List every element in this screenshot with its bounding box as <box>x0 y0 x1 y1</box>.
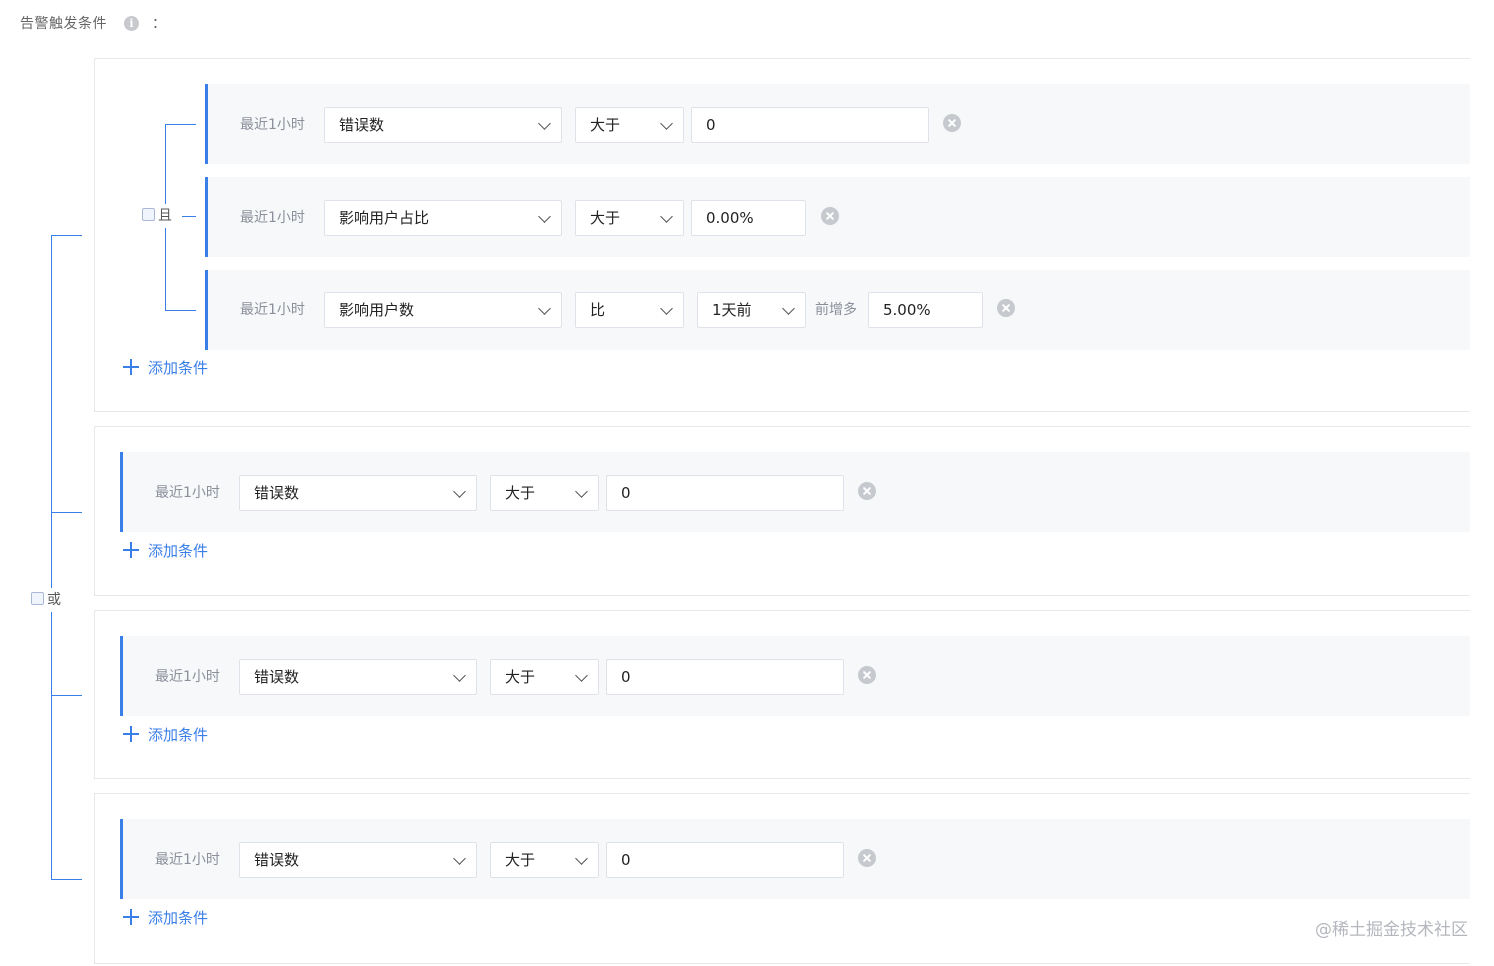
remove-condition-icon[interactable] <box>821 207 839 225</box>
threshold-input[interactable]: 0 <box>606 842 844 878</box>
metric-value: 错误数 <box>254 484 300 502</box>
chevron-down-icon <box>660 117 673 130</box>
threshold-input[interactable]: 0 <box>691 107 929 143</box>
operator-select[interactable]: 大于 <box>490 475 599 511</box>
chevron-down-icon <box>575 852 588 865</box>
metric-select[interactable]: 错误数 <box>239 842 477 878</box>
metric-value: 错误数 <box>254 668 300 686</box>
operator-value: 大于 <box>505 484 536 502</box>
or-connector-tick <box>51 512 82 513</box>
add-condition-button[interactable]: 添加条件 <box>123 725 208 745</box>
and-connector-tick <box>165 310 196 311</box>
chevron-down-icon <box>538 210 551 223</box>
time-range-label: 最近1小时 <box>240 210 305 226</box>
compare-period-select[interactable]: 1天前 <box>697 292 806 328</box>
operator-value: 大于 <box>505 668 536 686</box>
remove-condition-icon[interactable] <box>997 299 1015 317</box>
or-connector-tick <box>51 695 82 696</box>
threshold-input[interactable]: 0 <box>606 659 844 695</box>
or-connector-tick <box>51 879 82 880</box>
threshold-input[interactable]: 5.00% <box>868 292 983 328</box>
chevron-down-icon <box>782 302 795 315</box>
operator-select[interactable]: 大于 <box>575 200 684 236</box>
chevron-down-icon <box>575 485 588 498</box>
remove-condition-icon[interactable] <box>943 114 961 132</box>
change-label: 前增多 <box>815 302 857 318</box>
plus-icon <box>123 909 139 925</box>
add-condition-button[interactable]: 添加条件 <box>123 358 208 378</box>
chevron-down-icon <box>660 302 673 315</box>
chevron-down-icon <box>453 485 466 498</box>
metric-select[interactable]: 影响用户占比 <box>324 200 562 236</box>
operator-value: 比 <box>590 301 606 319</box>
compare-period-value: 1天前 <box>712 301 752 319</box>
operator-value: 大于 <box>590 116 621 134</box>
operator-select[interactable]: 大于 <box>490 842 599 878</box>
or-connector-tick <box>51 235 82 236</box>
operator-value: 大于 <box>505 851 536 869</box>
remove-condition-icon[interactable] <box>858 482 876 500</box>
logic-switch-icon <box>31 592 44 605</box>
plus-icon <box>123 542 139 558</box>
chevron-down-icon <box>660 210 673 223</box>
title-colon: ： <box>152 16 166 32</box>
info-icon[interactable]: i <box>124 16 139 31</box>
operator-select[interactable]: 大于 <box>575 107 684 143</box>
or-label: 或 <box>47 592 61 608</box>
metric-select[interactable]: 影响用户数 <box>324 292 562 328</box>
or-toggle[interactable]: 或 <box>31 588 61 612</box>
chevron-down-icon <box>453 669 466 682</box>
add-condition-label: 添加条件 <box>148 542 209 560</box>
chevron-down-icon <box>575 669 588 682</box>
threshold-input[interactable]: 0.00% <box>691 200 806 236</box>
add-condition-label: 添加条件 <box>148 726 209 744</box>
operator-select[interactable]: 比 <box>575 292 684 328</box>
remove-condition-icon[interactable] <box>858 666 876 684</box>
metric-value: 错误数 <box>339 116 385 134</box>
or-connector-line <box>51 235 52 880</box>
plus-icon <box>123 726 139 742</box>
add-condition-label: 添加条件 <box>148 359 209 377</box>
metric-select[interactable]: 错误数 <box>324 107 562 143</box>
chevron-down-icon <box>453 852 466 865</box>
operator-select[interactable]: 大于 <box>490 659 599 695</box>
and-label: 且 <box>158 208 172 224</box>
add-condition-button[interactable]: 添加条件 <box>123 541 208 561</box>
plus-icon <box>123 359 139 375</box>
metric-value: 错误数 <box>254 851 300 869</box>
threshold-input[interactable]: 0 <box>606 475 844 511</box>
metric-select[interactable]: 错误数 <box>239 659 477 695</box>
time-range-label: 最近1小时 <box>240 117 305 133</box>
time-range-label: 最近1小时 <box>155 669 220 685</box>
add-condition-button[interactable]: 添加条件 <box>123 908 208 928</box>
operator-value: 大于 <box>590 209 621 227</box>
metric-select[interactable]: 错误数 <box>239 475 477 511</box>
time-range-label: 最近1小时 <box>240 302 305 318</box>
time-range-label: 最近1小时 <box>155 852 220 868</box>
time-range-label: 最近1小时 <box>155 485 220 501</box>
remove-condition-icon[interactable] <box>858 849 876 867</box>
and-connector-tick <box>165 124 196 125</box>
and-toggle[interactable]: 且 <box>142 204 172 228</box>
add-condition-label: 添加条件 <box>148 909 209 927</box>
metric-value: 影响用户占比 <box>339 209 430 227</box>
chevron-down-icon <box>538 302 551 315</box>
watermark: @稀土掘金技术社区 <box>1315 920 1468 940</box>
chevron-down-icon <box>538 117 551 130</box>
section-title: 告警触发条件 <box>20 16 107 32</box>
metric-value: 影响用户数 <box>339 301 415 319</box>
logic-switch-icon <box>142 208 155 221</box>
and-connector-tick <box>182 216 196 217</box>
